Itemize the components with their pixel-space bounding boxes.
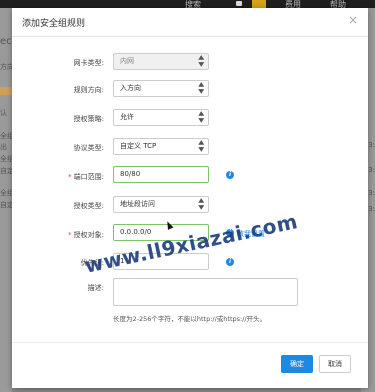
port-range-label-text: 端口范围: — [73, 173, 104, 181]
select-arrows-icon: ▲ ▼ — [198, 54, 205, 68]
policy-label: 授权策略: — [73, 115, 104, 123]
select-arrows-icon: ▲ ▼ — [198, 110, 205, 124]
close-icon[interactable]: × — [348, 13, 358, 27]
required-mark: * — [68, 173, 72, 181]
auth-type-value: 地址段访问 — [120, 200, 155, 208]
policy-select[interactable]: 允许 ▲ ▼ — [113, 109, 209, 126]
nic-type-label: 网卡类型: — [73, 59, 104, 67]
select-arrows-icon: ▲ ▼ — [198, 81, 205, 95]
direction-value: 入方向 — [120, 84, 141, 92]
auth-object-label: * 授权对象: — [32, 230, 104, 240]
background-left-panel: ecky 方向 认 全组 出 全组 自定 全组 自定 — [0, 8, 23, 392]
protocol-label: 协议类型: — [73, 144, 104, 152]
bg-alert-strip — [0, 87, 12, 95]
bg-highlight-block — [252, 0, 266, 8]
dialog-footer: 确定 取消 — [12, 342, 368, 389]
auth-object-value: 0.0.0.0/0 — [120, 228, 152, 236]
auth-type-label: 授权类型: — [73, 202, 104, 210]
info-icon[interactable]: i — [226, 258, 234, 266]
background-topbar: 搜索 费用 帮助 — [0, 0, 375, 9]
required-mark: * — [68, 231, 72, 239]
policy-value: 允许 — [120, 113, 134, 121]
nic-type-select: 内网 ▲ ▼ — [113, 53, 209, 70]
add-security-rule-dialog: 添加安全组规则 × 网卡类型: 内网 ▲ ▼ 规则方向: 入方向 ▲ ▼ 授权策略:… — [12, 8, 368, 388]
direction-label: 规则方向: — [73, 86, 104, 94]
port-range-value: 80/80 — [120, 170, 141, 178]
nic-type-value: 内网 — [120, 57, 134, 65]
dialog-title: 添加安全组规则 — [22, 19, 86, 29]
port-range-label: * 端口范围: — [32, 172, 104, 182]
info-icon[interactable]: i — [226, 171, 234, 179]
description-hint: 长度为2-256个字符，不能以http://或https://开头。 — [113, 315, 267, 323]
select-arrows-icon: ▲ ▼ — [198, 197, 205, 211]
protocol-value: 自定义 TCP — [120, 142, 157, 150]
port-range-input[interactable]: 80/80 — [113, 166, 209, 183]
confirm-button[interactable]: 确定 — [281, 355, 313, 373]
bg-user-icon — [236, 1, 242, 6]
description-label: 描述: — [87, 284, 104, 292]
dialog-header: 添加安全组规则 × — [12, 8, 368, 37]
auth-object-label-text: 授权对象: — [73, 231, 104, 239]
select-arrows-icon: ▲ ▼ — [198, 139, 205, 153]
cancel-button[interactable]: 取消 — [319, 355, 351, 373]
bg-fragment: 出 — [0, 143, 7, 151]
protocol-select[interactable]: 自定义 TCP ▲ ▼ — [113, 138, 209, 155]
description-textarea[interactable] — [113, 278, 298, 306]
auth-type-select[interactable]: 地址段访问 ▲ ▼ — [113, 196, 209, 213]
direction-select[interactable]: 入方向 ▲ ▼ — [113, 80, 209, 97]
bg-fragment: 认 — [0, 109, 7, 117]
